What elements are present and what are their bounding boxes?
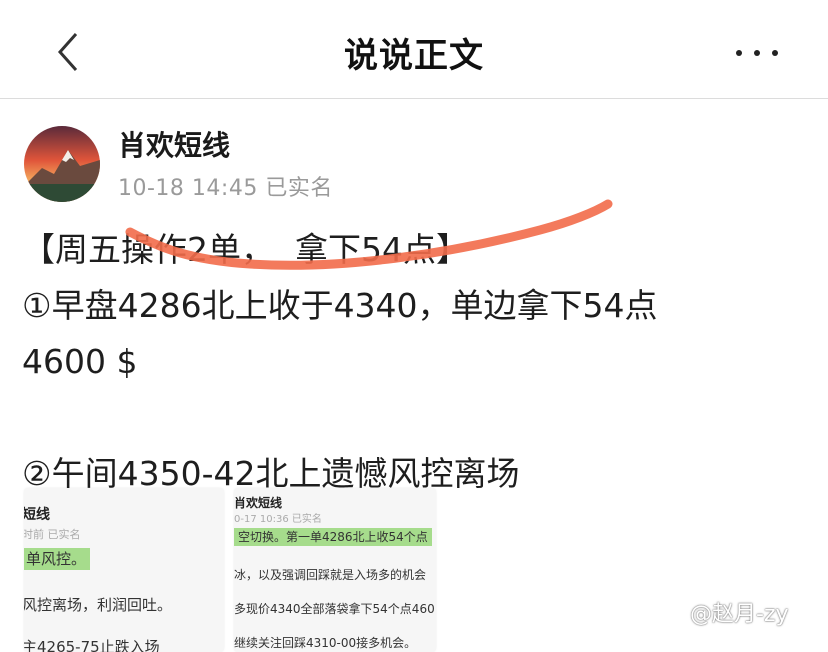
thumb-author: 肖欢短线 xyxy=(234,496,283,510)
more-horizontal-icon xyxy=(772,50,778,56)
thumb-line: 空切换。第一单4286北上收54个点 xyxy=(234,528,432,546)
post-time: 10-18 14:45 xyxy=(118,176,258,201)
page-title: 说说正文 xyxy=(344,36,484,76)
thumb-meta: 0-17 10:36 已实名 xyxy=(234,514,322,525)
thumb-line: 单风控。 xyxy=(24,548,91,570)
attachment-image-2[interactable]: 肖欢短线 0-17 10:36 已实名 空切换。第一单4286北上收54个点 冰… xyxy=(234,488,436,652)
more-horizontal-icon xyxy=(736,50,742,56)
thumb-meta: 时前 已实名 xyxy=(24,528,81,541)
post-body: 【周五操作2单， 拿下54点】 ①早盘4286北上收于4340，单边拿下54点 … xyxy=(22,230,658,493)
thumb-author: 短线 xyxy=(24,507,50,523)
thumb-line: 继续关注回踩4310-00接多机会。 xyxy=(234,636,417,650)
nav-bar: 说说正文 xyxy=(0,0,828,99)
avatar[interactable] xyxy=(24,126,100,202)
post-meta: 10-18 14:45 已实名 xyxy=(118,170,333,202)
watermark: @赵月-zy xyxy=(690,602,789,627)
more-horizontal-icon xyxy=(754,50,760,56)
thumb-line: 冰，以及强调回踩就是入场多的机会 xyxy=(234,568,427,582)
thumb-line: 多现价4340全部落袋拿下54个点460 xyxy=(234,602,435,616)
thumb-line: 风控离场，利润回吐。 xyxy=(24,596,173,614)
more-button[interactable] xyxy=(736,40,782,64)
author-name[interactable]: 肖欢短线 xyxy=(118,124,230,164)
verified-label: 已实名 xyxy=(265,176,333,201)
attachment-image-1[interactable]: 短线 时前 已实名 单风控。 风控离场，利润回吐。 主4265-75止跌入场 xyxy=(24,488,224,652)
thumb-line: 主4265-75止跌入场 xyxy=(24,638,160,652)
